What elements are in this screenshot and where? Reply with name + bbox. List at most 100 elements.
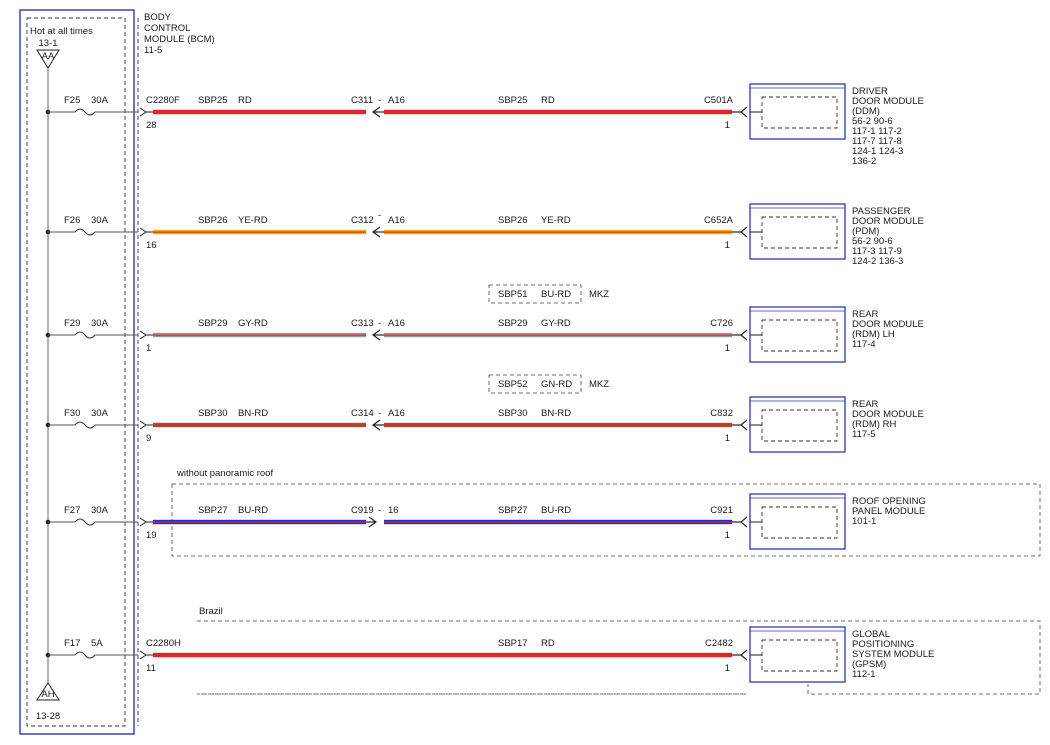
fuse-rating: 5A <box>91 638 103 649</box>
option-wire-color: GN-RD <box>541 379 572 390</box>
module-label-line: 136-2 <box>852 156 876 167</box>
bcm-pin-chevron-icon <box>139 227 147 237</box>
inline-connector-pin: A16 <box>388 318 405 329</box>
module-connector: C2482 <box>705 638 733 649</box>
inline-connector-id: C312 <box>351 215 374 226</box>
fuse-rating: 30A <box>91 215 109 226</box>
inline-connector-sep: - <box>378 505 381 516</box>
inline-connector-id: C313 <box>351 318 374 329</box>
wire-left-tracer <box>153 334 366 336</box>
wire-right-color: BN-RD <box>541 408 571 419</box>
fuse-icon <box>74 421 96 429</box>
wire-left-circuit: SBP29 <box>198 318 228 329</box>
hot-label: Hot at all times <box>30 26 93 37</box>
circuits: F25 30A C2280F28C311- A16SBP25 RD SBP25 RD C501… <box>45 83 1041 695</box>
fuse-icon <box>74 108 96 116</box>
module-label-line: 117-4 <box>852 339 876 350</box>
fuse-icon <box>74 331 96 339</box>
wire-left-tracer <box>153 521 366 523</box>
wire-right-circuit: SBP25 <box>498 95 528 106</box>
module-label-line: 117-5 <box>852 429 876 440</box>
inline-connector-sep: - <box>378 318 381 329</box>
module-pin-chevron-icon <box>740 419 748 431</box>
module-label-line: 112-1 <box>852 669 876 680</box>
bus-top-ref: 13-1 <box>38 38 57 49</box>
wire-left-color: YE-RD <box>238 215 268 226</box>
bcm-pin-chevron-icon <box>139 330 147 340</box>
module-pin: 1 <box>725 433 730 444</box>
inline-connector-id: C311 <box>351 95 373 106</box>
module-pin-chevron-icon <box>740 649 748 661</box>
wire-left <box>153 109 366 115</box>
inline-connector-pin: A16 <box>388 408 405 419</box>
module-pin-chevron-icon <box>740 226 748 238</box>
wire-right-circuit: SBP26 <box>498 215 528 226</box>
bcm-name-2: CONTROL <box>144 23 190 34</box>
option-wire-circuit: SBP52 <box>498 379 528 390</box>
bcm-outline <box>19 9 135 735</box>
bus-bottom-ref: 13-28 <box>36 711 60 722</box>
option-region-label: without panoramic roof <box>176 468 273 479</box>
inline-connector-pin: A16 <box>388 95 405 106</box>
wire-left-tracer <box>153 424 366 426</box>
fuse-id: F27 <box>64 505 80 516</box>
inline-connector-pin: 16 <box>388 505 399 516</box>
module-box <box>749 203 846 260</box>
wire-left-color: RD <box>238 95 252 106</box>
module-connector: C652A <box>704 215 734 226</box>
module-pin: 1 <box>725 663 730 674</box>
bus-bottom-tag: AH <box>41 689 54 700</box>
bcm-pin-chevron-icon <box>139 420 147 430</box>
bcm-inner-dashed <box>26 17 126 727</box>
bcm-pin: 1 <box>146 343 151 354</box>
module-pin-chevron-icon <box>740 329 748 341</box>
bcm-pin-chevron-icon <box>139 650 147 660</box>
fuse-id: F29 <box>64 318 80 329</box>
module-pin-chevron-icon <box>740 106 748 118</box>
bcm-pin: 16 <box>146 240 157 251</box>
module-connector: C832 <box>710 408 733 419</box>
wire-right-tracer <box>384 521 732 523</box>
module-box <box>749 493 846 550</box>
fuse-rating: 30A <box>91 318 109 329</box>
option-region-label: Brazil <box>199 606 223 617</box>
wire-left-color: BN-RD <box>238 408 268 419</box>
wire-right-circuit: SBP29 <box>498 318 528 329</box>
module-connector: C726 <box>710 318 733 329</box>
bcm-name-1: BODY <box>144 12 172 23</box>
inline-connector-id: C314 <box>351 408 374 419</box>
bcm-pin: 9 <box>146 433 151 444</box>
wire-left-color: GY-RD <box>238 318 268 329</box>
module-pin: 1 <box>725 240 730 251</box>
fuse-rating: 30A <box>91 408 109 419</box>
option-wire-circuit: SBP51 <box>498 289 528 300</box>
bcm-connector: C2280F <box>146 95 180 106</box>
module-connector: C921 <box>710 505 733 516</box>
bcm-connector: C2280H <box>146 638 181 649</box>
wire-left-circuit: SBP25 <box>198 95 228 106</box>
wire-right-circuit: SBP27 <box>498 505 528 516</box>
module-pin: 1 <box>725 120 730 131</box>
wire <box>153 652 732 658</box>
module-label-line: 101-1 <box>852 516 876 527</box>
inline-connector-id: C919 <box>351 505 374 516</box>
bcm-name-3: MODULE (BCM) <box>144 34 215 45</box>
module-pin: 1 <box>725 343 730 354</box>
fuse-rating: 30A <box>91 95 109 106</box>
fuse-icon <box>74 228 96 236</box>
inline-connector-sep: - <box>378 408 381 419</box>
bcm-pin: 28 <box>146 120 157 131</box>
bcm-pin: 11 <box>146 663 156 674</box>
fuse-id: F26 <box>64 215 80 226</box>
bcm-name-4: 11-5 <box>144 45 162 56</box>
wire-right-color: GY-RD <box>541 318 571 329</box>
wire-right-tracer <box>384 424 732 426</box>
wire-left-tracer <box>153 231 366 233</box>
wire-left-circuit: SBP30 <box>198 408 228 419</box>
wire-right <box>384 109 732 115</box>
wire-right-color: RD <box>541 638 555 649</box>
wiring-diagram: Hot at all times 13-1 AA AH 13-28 BODY C… <box>19 9 1041 735</box>
module-box <box>749 306 846 363</box>
fuse-id: F30 <box>64 408 80 419</box>
wire-right-color: BU-RD <box>541 505 571 516</box>
